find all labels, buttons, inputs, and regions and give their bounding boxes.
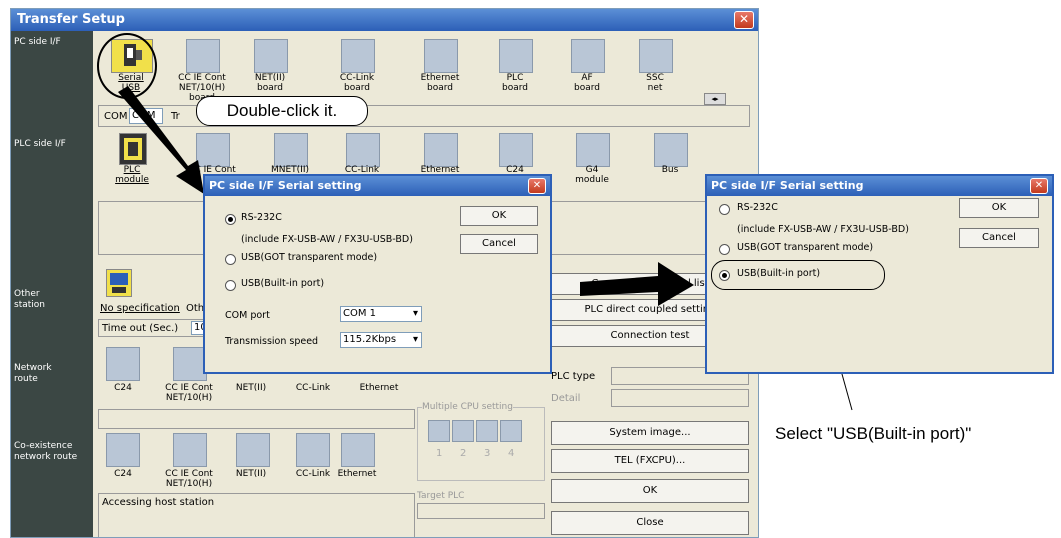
- arrow-right-icon: [580, 262, 694, 306]
- select-instruction: Select "USB(Built-in port)": [775, 424, 972, 443]
- radio-usb-builtin[interactable]: [225, 280, 236, 291]
- close-icon[interactable]: ✕: [1030, 178, 1048, 194]
- option-label: USB(GOT transparent mode): [241, 252, 378, 263]
- option-note: (include FX-USB-AW / FX3U-USB-BD): [737, 224, 909, 235]
- chevron-down-icon: ▾: [412, 334, 418, 345]
- option-note: (include FX-USB-AW / FX3U-USB-BD): [241, 234, 413, 245]
- chevron-down-icon: ▾: [412, 308, 418, 319]
- speed-label: Transmission speed: [225, 336, 319, 347]
- serial-setting-dialog-usb: PC side I/F Serial setting ✕ RS-232C (in…: [705, 174, 1054, 374]
- speed-value: 115.2Kbps: [343, 334, 397, 345]
- option-label: RS-232C: [241, 212, 282, 223]
- radio-usb-got[interactable]: [225, 254, 236, 265]
- selection-highlight: [711, 260, 885, 290]
- speed-select[interactable]: 115.2Kbps ▾: [340, 332, 422, 348]
- serial-setting-dialog: PC side I/F Serial setting ✕ RS-232C (in…: [203, 174, 552, 374]
- radio-rs232c[interactable]: [225, 214, 236, 225]
- com-port-label: COM port: [225, 310, 270, 321]
- arrow-down-icon: [118, 86, 204, 194]
- dialog-title: PC side I/F Serial setting: [205, 176, 550, 196]
- ok-button[interactable]: OK: [460, 206, 538, 226]
- radio-rs232c[interactable]: [719, 204, 730, 215]
- option-label: USB(Built-in port): [241, 278, 325, 289]
- com-port-value: COM 1: [343, 308, 377, 319]
- option-label: USB(GOT transparent mode): [737, 242, 874, 253]
- dialog-title: PC side I/F Serial setting: [707, 176, 1052, 196]
- ok-button[interactable]: OK: [959, 198, 1039, 218]
- close-icon[interactable]: ✕: [528, 178, 546, 194]
- com-port-select[interactable]: COM 1 ▾: [340, 306, 422, 322]
- radio-usb-got[interactable]: [719, 244, 730, 255]
- option-label: RS-232C: [737, 202, 778, 213]
- cancel-button[interactable]: Cancel: [460, 234, 538, 254]
- cancel-button[interactable]: Cancel: [959, 228, 1039, 248]
